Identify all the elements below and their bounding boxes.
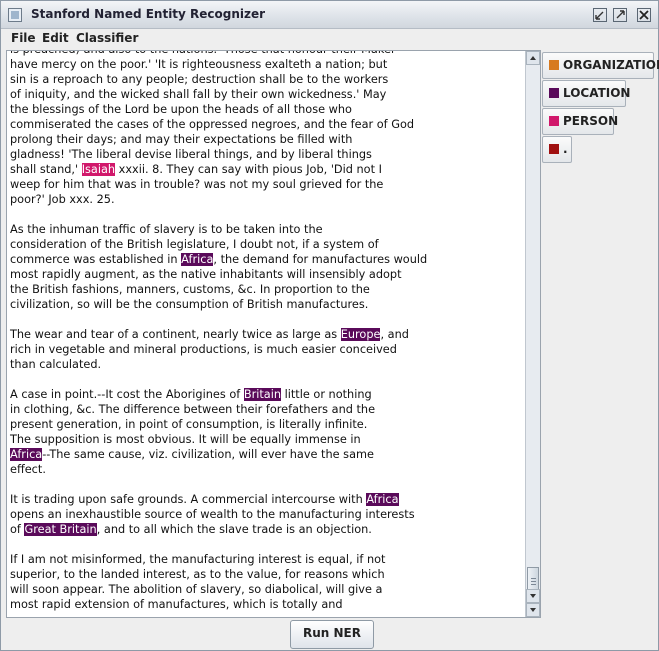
location-color-swatch [549,88,559,98]
text-span: present generation, in point of consumpt… [10,418,368,431]
text-span: , the demand for manufactures would [213,253,428,266]
entity-button-other[interactable]: . [542,136,572,163]
minimize-icon[interactable] [593,7,607,22]
close-icon[interactable] [637,7,651,22]
text-span: is preached) and also to the nations.' T… [10,51,396,56]
text-span: than calculated. [10,358,102,371]
text-span: effect. [10,463,46,476]
text-span: shall stand,' [10,163,82,176]
text-span: will soon appear. The abolition of slave… [10,583,383,596]
entity-button-location[interactable]: LOCATION [542,80,630,107]
text-span: commerce was established in [10,253,182,266]
text-span: --The same cause, viz. civilization, wil… [42,448,374,461]
app-window: Stanford Named Entity Recognizer File Ed… [0,0,659,651]
run-ner-button[interactable]: Run NER [290,620,374,649]
other-color-swatch [549,144,559,154]
entity-location: Africa [181,253,214,266]
entity-label: . [563,142,568,156]
entity-location: Great Britain [24,523,97,536]
document-text[interactable]: is preached) and also to the nations.' T… [10,51,525,617]
text-span: opens an inexhaustible source of wealth … [10,508,415,521]
text-span: gladness! 'The liberal devise liberal th… [10,148,372,161]
entity-location: Africa [10,448,43,461]
text-span: most rapidly augment, as the native inha… [10,268,402,281]
text-span: superior, to the landed interest, as to … [10,568,385,581]
person-color-swatch [549,116,559,126]
text-span: sin is a reproach to any people; destruc… [10,73,389,86]
maximize-icon[interactable] [613,7,627,22]
entity-location: Africa [366,493,399,506]
text-span: It is trading upon safe grounds. A comme… [10,493,367,506]
text-span: in clothing, &c. The difference between … [10,403,376,416]
paragraph: The wear and tear of a continent, nearly… [10,327,525,372]
paragraph: is preached) and also to the nations.' T… [10,51,525,207]
entity-label: PERSON [563,114,619,128]
text-span: prolong their days; and may their expect… [10,133,353,146]
text-span: If I am not misinformed, the manufacturi… [10,553,386,566]
entity-location: Britain [243,388,281,401]
entity-button-person[interactable]: PERSON [542,108,618,135]
menu-file[interactable]: File [11,31,36,45]
entity-button-organization[interactable]: ORGANIZATION [542,52,659,79]
text-span: consideration of the British legislature… [10,238,379,251]
text-span: A case in point.--It cost the Aborigines… [10,388,244,401]
entity-label: LOCATION [563,86,631,100]
document-text-area[interactable]: is preached) and also to the nations.' T… [6,50,541,618]
text-span: The supposition is most obvious. It will… [10,433,361,446]
text-span: of iniquity, and the wicked shall fall b… [10,88,387,101]
text-span: commiserated the cases of the oppressed … [10,118,415,131]
paragraph: A case in point.--It cost the Aborigines… [10,387,525,477]
text-span: most rapid extension of manufactures, wh… [10,598,343,611]
text-span: the blessings of the Lord be upon the he… [10,103,352,116]
paragraph: It is trading upon safe grounds. A comme… [10,492,525,537]
text-span: The wear and tear of a continent, nearly… [10,328,341,341]
vertical-scrollbar[interactable] [525,51,540,617]
text-span: rich in vegetable and mineral production… [10,343,397,356]
text-span: , and to all which the slave trade is an… [96,523,372,536]
organization-color-swatch [549,60,559,70]
text-span: the British fashions, manners, customs, … [10,283,370,296]
text-span: of [10,523,25,536]
paragraph: If I am not misinformed, the manufacturi… [10,552,525,612]
menu-bar: File Edit Classifier [1,29,658,48]
text-span: As the inhuman traffic of slavery is to … [10,223,323,236]
paragraph: As the inhuman traffic of slavery is to … [10,222,525,312]
scroll-down-arrow-icon[interactable] [526,589,540,603]
java-app-icon [8,7,22,22]
text-span: have mercy on the poor.' 'It is righteou… [10,58,388,71]
text-span: little or nothing [281,388,372,401]
text-span: , and [380,328,409,341]
title-bar: Stanford Named Entity Recognizer [1,1,658,29]
menu-classifier[interactable]: Classifier [76,31,138,45]
text-span: civilization, so will be the consumption… [10,298,369,311]
scroll-down-arrow-icon[interactable] [526,603,540,617]
scroll-up-arrow-icon[interactable] [526,51,540,65]
text-span: xxxii. 8. They can say with pious Job, '… [115,163,382,176]
entity-location: Europe [340,328,381,341]
text-span: weep for him that was in trouble? was no… [10,178,384,191]
entity-person: Isaiah [81,163,116,176]
menu-edit[interactable]: Edit [42,31,69,45]
window-title: Stanford Named Entity Recognizer [31,7,266,21]
entity-label: ORGANIZATION [563,58,659,72]
text-span: poor?' Job xxx. 25. [10,193,115,206]
